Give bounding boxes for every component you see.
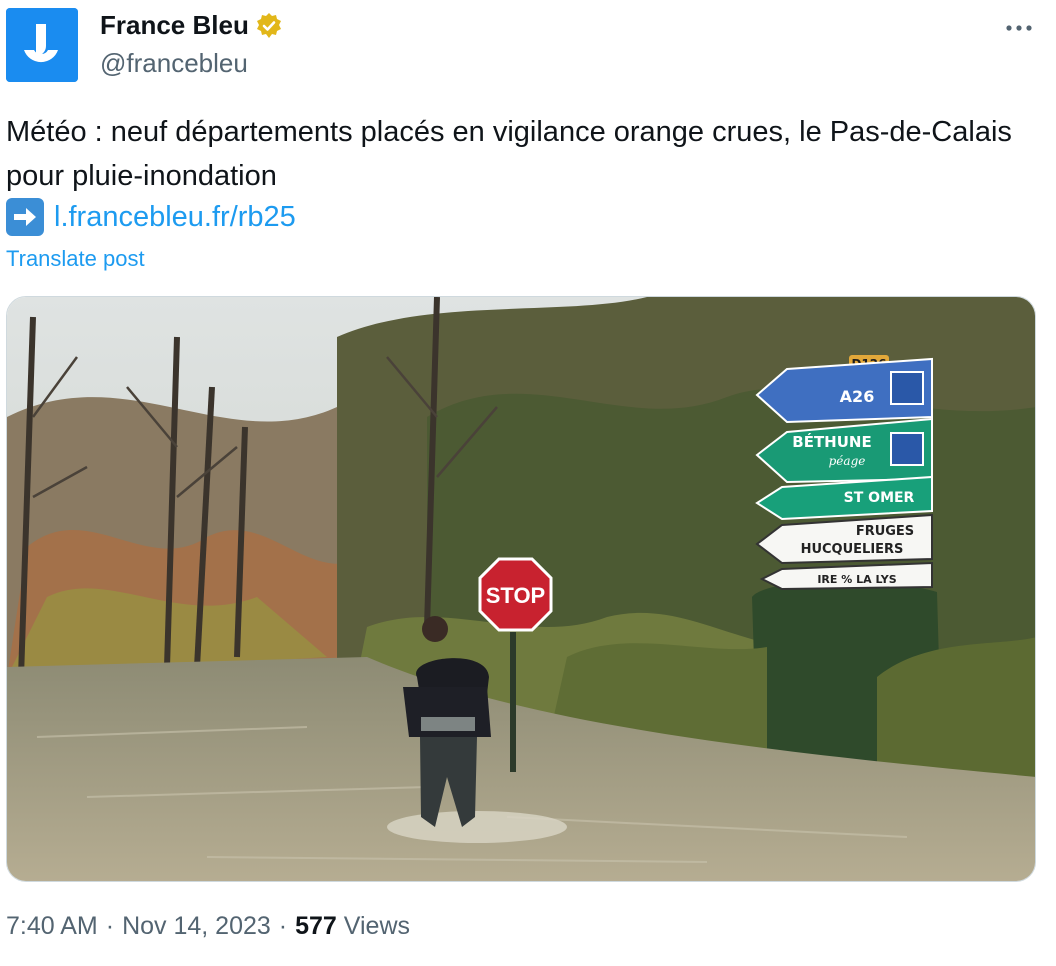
right-arrow-icon — [6, 198, 44, 236]
post-meta: 7:40 AM · Nov 14, 2023 · 577 Views — [6, 912, 410, 941]
post-link[interactable]: l.francebleu.fr/rb25 — [54, 201, 296, 234]
verified-badge-icon — [256, 12, 281, 38]
views-label: Views — [343, 912, 411, 940]
sign-a26: A26 — [840, 387, 875, 406]
post-time[interactable]: 7:40 AM — [6, 912, 98, 941]
more-icon — [1006, 25, 1032, 31]
display-name-text[interactable]: France Bleu — [100, 10, 249, 41]
avatar[interactable] — [6, 8, 78, 82]
sign-hucqueliers: HUCQUELIERS — [801, 542, 904, 557]
sign-st-omer: ST OMER — [844, 490, 915, 506]
display-name[interactable]: France Bleu — [100, 10, 283, 41]
sign-bethune: BÉTHUNE — [792, 432, 871, 451]
post-text: Météo : neuf départements placés en vigi… — [6, 116, 1012, 192]
sign-peage: péage — [829, 454, 866, 468]
flood-photo: STOP D126 A26 BÉTHUNE péage ST OMER FRUG… — [7, 297, 1035, 881]
stop-sign-label: STOP — [486, 583, 546, 608]
meta-separator: · — [278, 912, 288, 940]
post-date[interactable]: Nov 14, 2023 — [122, 912, 271, 941]
sign-lys: IRE % LA LYS — [817, 573, 896, 586]
translate-post-button[interactable]: Translate post — [6, 246, 145, 272]
meta-separator: · — [105, 912, 115, 940]
views-count: 577 — [295, 912, 337, 940]
france-bleu-logo-icon — [6, 8, 78, 82]
more-options-button[interactable] — [1002, 14, 1036, 42]
post-link-line: l.francebleu.fr/rb25 — [6, 198, 296, 236]
post-image[interactable]: STOP D126 A26 BÉTHUNE péage ST OMER FRUG… — [6, 296, 1036, 882]
views: 577 Views — [295, 912, 410, 941]
handle[interactable]: @francebleu — [100, 48, 248, 79]
sign-fruges: FRUGES — [856, 524, 914, 539]
